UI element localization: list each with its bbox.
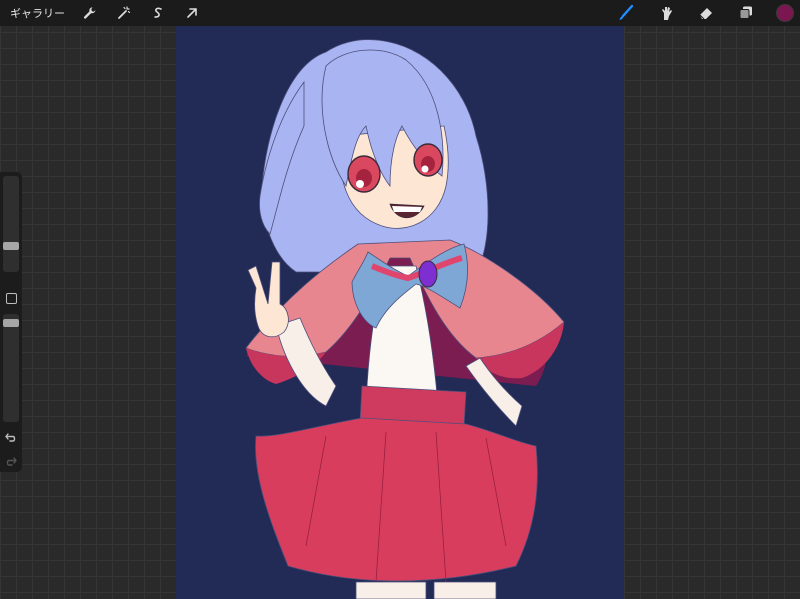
brush-stroke bbox=[621, 4, 634, 18]
modify-button[interactable] bbox=[6, 293, 17, 304]
left-sidebar bbox=[0, 172, 22, 472]
eraser-icon[interactable] bbox=[696, 3, 716, 23]
wrench-icon[interactable] bbox=[80, 3, 100, 23]
current-color-swatch[interactable] bbox=[776, 4, 794, 22]
layers-icon[interactable] bbox=[736, 3, 756, 23]
brooch bbox=[418, 260, 438, 288]
top-toolbar: ギャラリー bbox=[0, 0, 800, 26]
smudge-icon[interactable] bbox=[656, 3, 676, 23]
redo-icon[interactable] bbox=[4, 454, 18, 468]
artwork bbox=[245, 39, 565, 599]
brush-size-slider[interactable] bbox=[3, 176, 19, 272]
opacity-thumb[interactable] bbox=[3, 319, 19, 327]
legs bbox=[355, 581, 427, 599]
magic-wand-icon[interactable] bbox=[114, 3, 134, 23]
tool-group bbox=[606, 0, 800, 26]
brush-icon[interactable] bbox=[616, 3, 636, 23]
drawing-canvas[interactable] bbox=[176, 26, 624, 599]
brush-size-thumb[interactable] bbox=[3, 242, 19, 250]
skirt bbox=[255, 417, 538, 582]
undo-icon[interactable] bbox=[4, 430, 18, 444]
hand bbox=[247, 261, 289, 338]
transform-arrow-icon[interactable] bbox=[182, 3, 202, 23]
opacity-slider[interactable] bbox=[3, 314, 19, 422]
selection-icon[interactable] bbox=[148, 3, 168, 23]
gallery-button[interactable]: ギャラリー bbox=[10, 5, 65, 21]
